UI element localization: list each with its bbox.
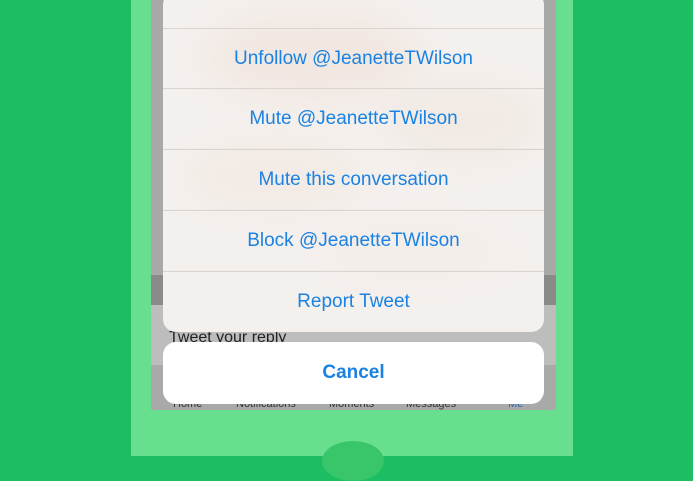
mute-user-button[interactable]: Mute @JeanetteTWilson — [163, 88, 544, 148]
report-tweet-button[interactable]: Report Tweet — [163, 271, 544, 331]
unfollow-button[interactable]: Unfollow @JeanetteTWilson — [163, 28, 544, 88]
mute-conversation-button[interactable]: Mute this conversation — [163, 149, 544, 209]
block-user-button[interactable]: Block @JeanetteTWilson — [163, 210, 544, 270]
action-sheet-top-stub — [163, 0, 544, 28]
cancel-button[interactable]: Cancel — [163, 342, 544, 404]
home-button[interactable] — [322, 441, 384, 481]
action-sheet: Unfollow @JeanetteTWilson Mute @Jeanette… — [163, 0, 544, 332]
